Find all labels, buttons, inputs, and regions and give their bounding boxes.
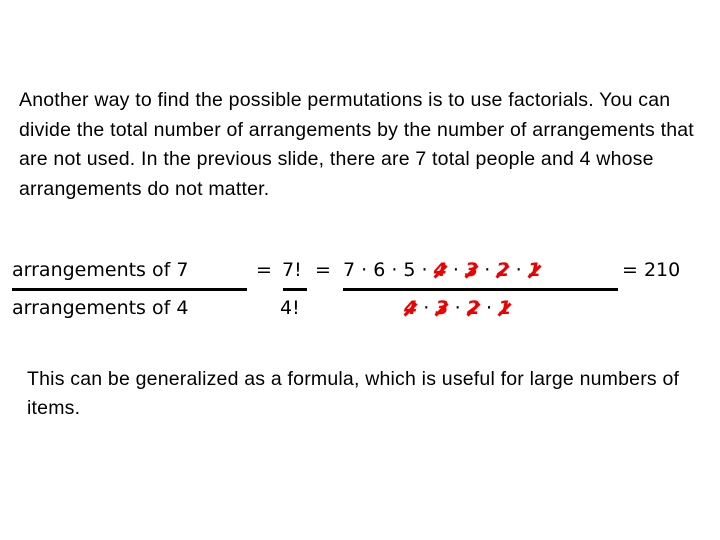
intro-paragraph: Another way to find the possible permuta… — [19, 89, 694, 200]
equals-sign: = — [315, 259, 331, 281]
dot: · — [484, 259, 491, 281]
dot: · — [486, 297, 493, 319]
factorial-denominator: 4! — [280, 297, 300, 319]
cancelled-factor: 2 — [466, 297, 480, 319]
cancelled-factor: 4 — [404, 297, 418, 319]
factorial-bar — [283, 288, 307, 291]
fraction-denominator-text: arrangements of 4 — [12, 297, 189, 319]
dot: · — [423, 297, 430, 319]
equals-sign: = — [256, 259, 272, 281]
cancelled-factor: 1 — [498, 297, 512, 319]
cancelled-factor: 2 — [496, 259, 510, 281]
dot: · — [454, 297, 461, 319]
dot: · — [452, 259, 459, 281]
cancelled-factor: 4 — [433, 259, 447, 281]
cancelled-factor: 3 — [465, 259, 479, 281]
conclusion-paragraph: This can be generalized as a formula, wh… — [27, 368, 680, 419]
product-numerator: 7 · 6 · 5 · 4 · 3 · 2 · 1 — [343, 259, 541, 281]
cancelled-factor: 1 — [527, 259, 541, 281]
factorial-numerator: 7! — [282, 259, 302, 281]
result: = 210 — [622, 259, 681, 281]
dot: · — [515, 259, 522, 281]
fraction-numerator-text: arrangements of 7 — [12, 259, 189, 281]
product-bar — [343, 288, 618, 291]
kept-factors: 7 · 6 · 5 · — [343, 259, 428, 281]
product-denominator: 4 · 3 · 2 · 1 — [404, 297, 511, 319]
cancelled-factor: 3 — [435, 297, 449, 319]
fraction-bar — [12, 288, 247, 291]
